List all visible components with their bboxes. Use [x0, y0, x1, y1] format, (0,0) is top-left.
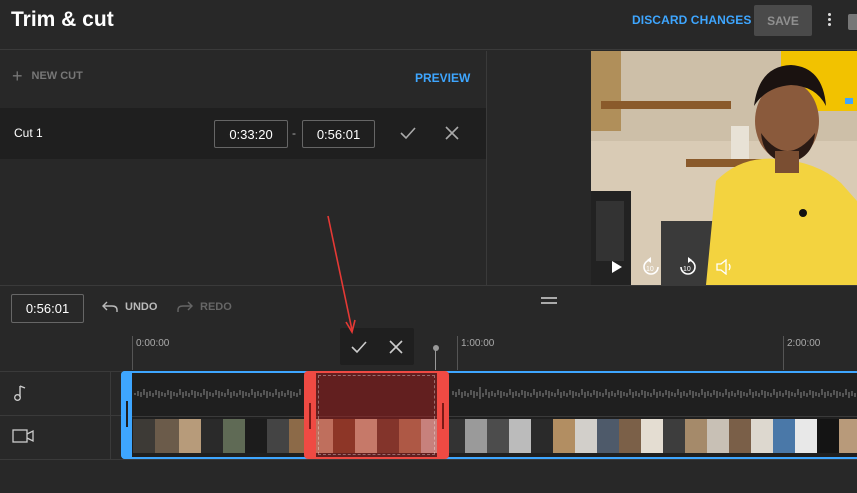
save-button[interactable]: SAVE — [754, 5, 812, 36]
preview-button[interactable]: PREVIEW — [415, 71, 470, 85]
track-icon-column — [110, 372, 111, 459]
undo-icon — [102, 301, 118, 312]
ruler-label: 1:00:00 — [461, 338, 495, 349]
cut-start-grip[interactable] — [309, 403, 311, 429]
redo-icon — [177, 301, 193, 312]
current-time-field[interactable]: 0:56:01 — [11, 294, 84, 323]
player-controls: 10 10 — [591, 251, 857, 285]
page-title: Trim & cut — [11, 8, 114, 31]
video-preview[interactable]: 10 10 — [591, 51, 857, 285]
resize-handle-icon[interactable] — [541, 297, 557, 307]
ruler-label: 2:00:00 — [787, 338, 821, 349]
video-camera-icon — [12, 429, 34, 443]
time-separator: - — [292, 126, 296, 140]
clip-start-handle[interactable] — [121, 371, 132, 459]
video-frame-image — [591, 51, 857, 285]
playhead-knob[interactable] — [433, 345, 439, 351]
svg-text:10: 10 — [683, 266, 691, 273]
timeline-clip[interactable] — [121, 371, 857, 459]
top-bar: Trim & cut DISCARD CHANGES SAVE — [0, 0, 857, 50]
volume-icon[interactable] — [716, 259, 736, 275]
forward-10-icon[interactable]: 10 — [678, 257, 698, 277]
new-cut-label: NEW CUT — [31, 70, 83, 82]
cut-start-time-input[interactable]: 0:33:20 — [214, 120, 288, 148]
cut-selection-outline — [318, 375, 435, 455]
cancel-close-icon[interactable] — [377, 328, 414, 365]
ruler-label: 0:00:00 — [136, 338, 170, 349]
playhead-line — [435, 350, 436, 370]
svg-text:10: 10 — [646, 266, 654, 273]
undo-button[interactable]: UNDO — [102, 301, 157, 313]
timeline-divider — [0, 285, 857, 286]
more-options-icon[interactable] — [822, 11, 836, 31]
partial-icon — [848, 14, 857, 30]
cut-label: Cut 1 — [14, 126, 43, 140]
redo-label: REDO — [200, 301, 232, 313]
cuts-panel: + NEW CUT PREVIEW Cut 1 0:33:20 - 0:56:0… — [0, 51, 487, 285]
cut-end-time-input[interactable]: 0:56:01 — [302, 120, 375, 148]
discard-changes-button[interactable]: DISCARD CHANGES — [632, 13, 752, 27]
music-note-icon — [12, 384, 28, 402]
ruler-tick — [132, 336, 133, 370]
ruler-tick — [783, 336, 784, 370]
undo-label: UNDO — [125, 301, 158, 313]
rewind-10-icon[interactable]: 10 — [641, 257, 661, 277]
annotation-arrow — [327, 215, 356, 335]
cut-end-grip[interactable] — [442, 403, 444, 429]
cut-row: Cut 1 0:33:20 - 0:56:01 — [0, 108, 486, 159]
ruler-tick — [457, 336, 458, 370]
play-icon[interactable] — [611, 260, 623, 274]
plus-icon: + — [12, 66, 23, 86]
discard-cut-close-icon[interactable] — [445, 126, 459, 140]
redo-button[interactable]: REDO — [177, 301, 232, 313]
clip-content — [123, 373, 857, 453]
new-cut-button[interactable]: + NEW CUT — [12, 66, 83, 86]
confirm-cut-check-icon[interactable] — [399, 125, 417, 141]
